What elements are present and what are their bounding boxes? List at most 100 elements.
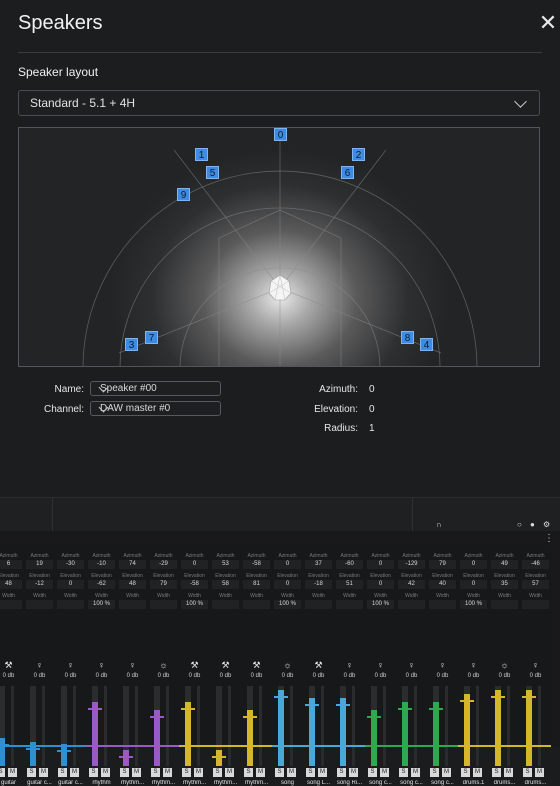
azimuth-value[interactable]: -58 [243,560,270,569]
speaker-8[interactable]: 8 [401,331,414,344]
fader-handle[interactable] [460,700,474,702]
fader-handle[interactable] [367,716,381,718]
azimuth-value[interactable]: -129 [398,560,425,569]
fader-handle[interactable] [274,696,288,698]
speaker-visualization[interactable]: 0 1 2 5 6 9 7 3 8 4 [18,127,540,367]
fader-handle[interactable] [243,716,257,718]
elevation-value[interactable]: 48 [119,580,146,589]
azimuth-value[interactable]: -30 [57,560,84,569]
width-value[interactable] [26,600,53,609]
width-value[interactable] [336,600,363,609]
width-value[interactable] [398,600,425,609]
mute-button[interactable]: M [39,768,48,777]
azimuth-value[interactable]: 74 [119,560,146,569]
solo-button[interactable]: S [213,768,222,777]
fader-handle[interactable] [26,748,40,750]
azimuth-value[interactable]: 37 [305,560,332,569]
elevation-value[interactable]: 48 [0,580,22,589]
bulb-icon[interactable]: ☼ [272,660,303,670]
speaker-4[interactable]: 4 [420,338,433,351]
width-value[interactable] [305,600,332,609]
elevation-value[interactable]: 57 [522,580,549,589]
solo-button[interactable]: S [58,768,67,777]
solo-button[interactable]: S [461,768,470,777]
azimuth-value[interactable]: 0 [274,560,301,569]
elevation-value[interactable]: 51 [336,580,363,589]
guitar-icon[interactable]: ⚒ [210,660,241,671]
mute-button[interactable]: M [194,768,203,777]
fader-handle[interactable] [398,708,412,710]
mic-icon[interactable]: ♀ [427,660,458,670]
mute-button[interactable]: M [70,768,79,777]
width-value[interactable] [150,600,177,609]
elevation-value[interactable]: 0 [57,580,84,589]
elevation-value[interactable]: 0 [460,580,487,589]
width-value[interactable]: 100 % [460,600,487,609]
width-value[interactable]: 100 % [274,600,301,609]
elevation-value[interactable]: 40 [429,580,456,589]
mic-icon[interactable]: ♀ [396,660,427,670]
mute-button[interactable]: M [442,768,451,777]
speaker-1[interactable]: 1 [195,148,208,161]
mute-button[interactable]: M [132,768,141,777]
fader-handle[interactable] [429,708,443,710]
azimuth-value[interactable]: 0 [460,560,487,569]
elevation-value[interactable]: -18 [305,580,332,589]
channel-select[interactable]: DAW master #0 [90,401,221,416]
azimuth-value[interactable]: -29 [150,560,177,569]
azimuth-value[interactable]: -10 [88,560,115,569]
mute-button[interactable]: M [318,768,327,777]
mic-icon[interactable]: ♀ [365,660,396,670]
width-value[interactable] [0,600,22,609]
bulb-icon[interactable]: ○ [517,520,522,529]
elevation-value[interactable]: -58 [181,580,208,589]
fader-handle[interactable] [181,708,195,710]
fader-handle[interactable] [57,750,71,752]
solo-button[interactable]: S [89,768,98,777]
width-value[interactable]: 100 % [88,600,115,609]
mic-icon[interactable]: ♀ [55,660,86,670]
fader-handle[interactable] [491,696,505,698]
elevation-value[interactable]: 0 [367,580,394,589]
azimuth-value[interactable]: 19 [26,560,53,569]
elevation-value[interactable]: -62 [88,580,115,589]
solo-button[interactable]: S [27,768,36,777]
width-value[interactable]: 100 % [181,600,208,609]
speaker-7[interactable]: 7 [145,331,158,344]
width-value[interactable] [243,600,270,609]
close-icon[interactable]: ✕ [538,10,558,36]
solo-button[interactable]: S [430,768,439,777]
mute-button[interactable]: M [473,768,482,777]
width-value[interactable] [212,600,239,609]
fader-handle[interactable] [305,704,319,706]
solo-button[interactable]: S [368,768,377,777]
mic-icon[interactable]: ♀ [86,660,117,670]
solo-button[interactable]: S [120,768,129,777]
elevation-value[interactable]: 58 [212,580,239,589]
bulb-icon[interactable]: ☼ [148,660,179,670]
mute-button[interactable]: M [8,768,17,777]
gear-icon[interactable]: ⚙ [543,520,550,529]
solo-button[interactable]: S [182,768,191,777]
speaker-5[interactable]: 5 [206,166,219,179]
solo-button[interactable]: S [151,768,160,777]
speaker-3[interactable]: 3 [125,338,138,351]
azimuth-value[interactable]: -60 [336,560,363,569]
width-value[interactable] [522,600,549,609]
fader-handle[interactable] [212,756,226,758]
mic-icon[interactable]: ♀ [520,660,551,670]
mute-button[interactable]: M [225,768,234,777]
azimuth-value[interactable]: 49 [491,560,518,569]
elevation-value[interactable]: -12 [26,580,53,589]
speaker-9[interactable]: 9 [177,188,190,201]
mute-button[interactable]: M [411,768,420,777]
headphones-icon[interactable]: ∩ [436,520,442,529]
mixer-menu-icon[interactable]: ⋮ [544,533,554,544]
mic-icon[interactable]: ♀ [24,660,55,670]
solo-button[interactable]: S [523,768,532,777]
mic-icon[interactable]: ♀ [117,660,148,670]
mute-button[interactable]: M [535,768,544,777]
fader-handle[interactable] [150,716,164,718]
width-value[interactable] [429,600,456,609]
elevation-value[interactable]: 35 [491,580,518,589]
